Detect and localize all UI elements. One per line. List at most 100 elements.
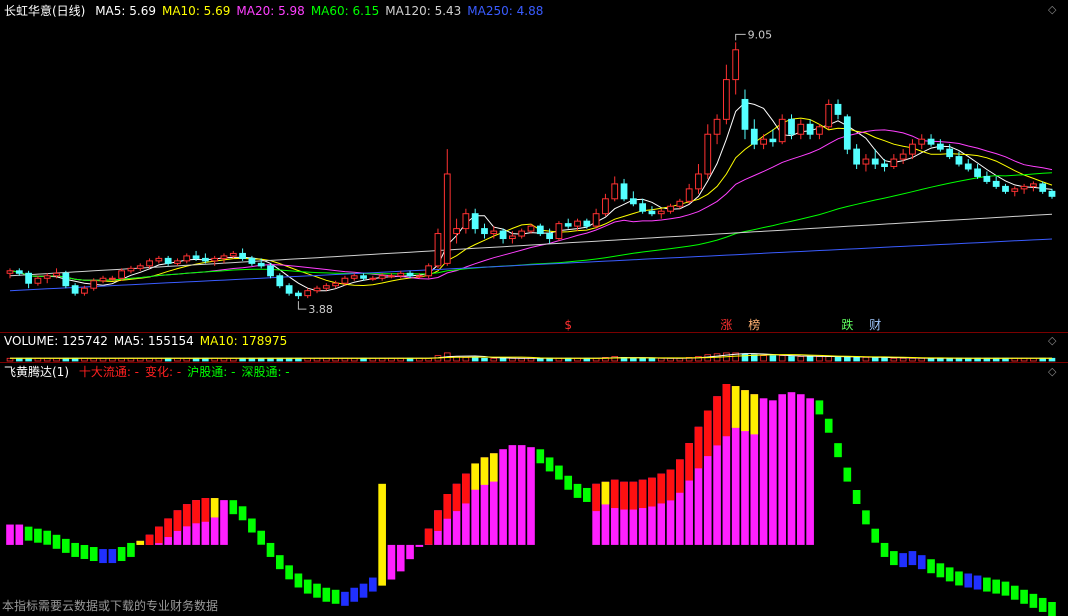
indicator-bar (824, 418, 833, 433)
candle-body (750, 128, 758, 145)
indicator-bar (24, 526, 33, 541)
indicator-bar (787, 392, 796, 545)
candle-body (778, 118, 786, 143)
volume-bar (611, 356, 619, 362)
indicator-bar (238, 506, 247, 521)
indicator-spike (378, 483, 386, 586)
event-marker: 榜 (748, 317, 760, 332)
indicator-bar (527, 447, 535, 545)
candle-body (146, 260, 153, 267)
candle-body (760, 138, 767, 145)
volume-bar (871, 356, 879, 362)
candle-body (611, 183, 619, 200)
volume-bar (741, 353, 749, 362)
candle-body (425, 265, 433, 277)
event-marker: 跌 (841, 317, 853, 332)
indicator-bar (508, 445, 517, 545)
candle-body (136, 265, 144, 269)
candle-body (276, 275, 284, 287)
volume-bar (862, 356, 870, 362)
volume-bar (844, 356, 851, 362)
candle-body (992, 180, 1000, 187)
candle-body (350, 275, 358, 279)
indicator-bar-cap (192, 500, 200, 524)
candle-body (1002, 185, 1009, 192)
indicator-bar-cap (462, 473, 470, 504)
indicator-bar-cap (424, 528, 433, 545)
indicator-bar-cap (722, 384, 731, 437)
volume-bar (853, 356, 860, 362)
candle-body (890, 158, 898, 168)
indicator-bar (257, 530, 266, 545)
candle-body (732, 49, 740, 81)
volume-bar (806, 356, 814, 362)
indicator-bar (796, 394, 805, 545)
indicator-bar-cap (741, 390, 749, 432)
candle-body (555, 223, 563, 240)
footer-note: 本指标需要云数据或下载的专业财务数据 (2, 599, 219, 613)
candle-body (834, 103, 842, 115)
high-price-label: 9.05 (748, 28, 773, 41)
candle-body (1048, 190, 1056, 197)
candle-body (1011, 188, 1019, 192)
indicator-bar-cap (164, 518, 172, 538)
indicator-bar-cap (201, 498, 210, 522)
indicator-bar (369, 577, 377, 592)
event-marker: 涨 (720, 317, 732, 332)
candle-body (536, 225, 544, 235)
candle-body (629, 198, 637, 205)
candle-body (564, 223, 572, 227)
candle-body (90, 280, 98, 289)
candle-body (816, 126, 823, 135)
volume-bar (834, 356, 842, 362)
indicator-bar (908, 551, 917, 566)
indicator-bar (880, 542, 889, 557)
candle-body (639, 203, 647, 212)
indicator-bar-cap (145, 534, 154, 545)
volume-bar (462, 356, 470, 362)
indicator-bar (564, 475, 573, 490)
candle-body (127, 267, 135, 272)
indicator-bar-cap (638, 479, 647, 509)
candle-body (229, 252, 237, 257)
indicator-bar (769, 400, 777, 545)
candle-body (676, 200, 684, 207)
candle-body (118, 270, 126, 279)
candle-body (927, 138, 935, 145)
candle-body (471, 213, 479, 230)
candle-body (481, 228, 488, 235)
candle-body (304, 290, 312, 297)
indicator-bar (387, 544, 396, 580)
candle-body (602, 198, 609, 215)
indicator-bar (499, 449, 507, 545)
indicator-bar-cap (713, 396, 721, 446)
candle-body (257, 262, 265, 267)
indicator-bar (927, 559, 935, 574)
volume-bar (825, 356, 832, 362)
indicator-bar (973, 575, 982, 590)
indicator-bar (71, 542, 79, 557)
event-marker: 财 (869, 318, 881, 332)
indicator-bar-cap (629, 481, 638, 510)
ma250-line (9, 238, 1053, 292)
indicator-bar (545, 457, 554, 472)
indicator-bar (248, 518, 256, 533)
indicator-bar (406, 544, 414, 560)
candle-body (806, 123, 814, 135)
candle-body (192, 255, 200, 259)
candle-body (62, 272, 70, 287)
kline-chart-area[interactable]: 9.05 3.88 $ 涨 榜 跌 财 (0, 0, 1068, 616)
candle-body (490, 230, 498, 235)
candle-body (546, 233, 553, 240)
volume-bar (890, 357, 898, 362)
indicator-bar (275, 555, 284, 570)
candle-body (871, 158, 879, 165)
volume-bar (816, 356, 823, 362)
candle-body (713, 118, 721, 135)
volume-bar (490, 357, 498, 362)
indicator-bar-cap (685, 443, 693, 481)
indicator-bar (964, 573, 973, 588)
candle-body (574, 220, 581, 227)
candle-body (388, 275, 395, 278)
indicator-bar (852, 490, 861, 504)
